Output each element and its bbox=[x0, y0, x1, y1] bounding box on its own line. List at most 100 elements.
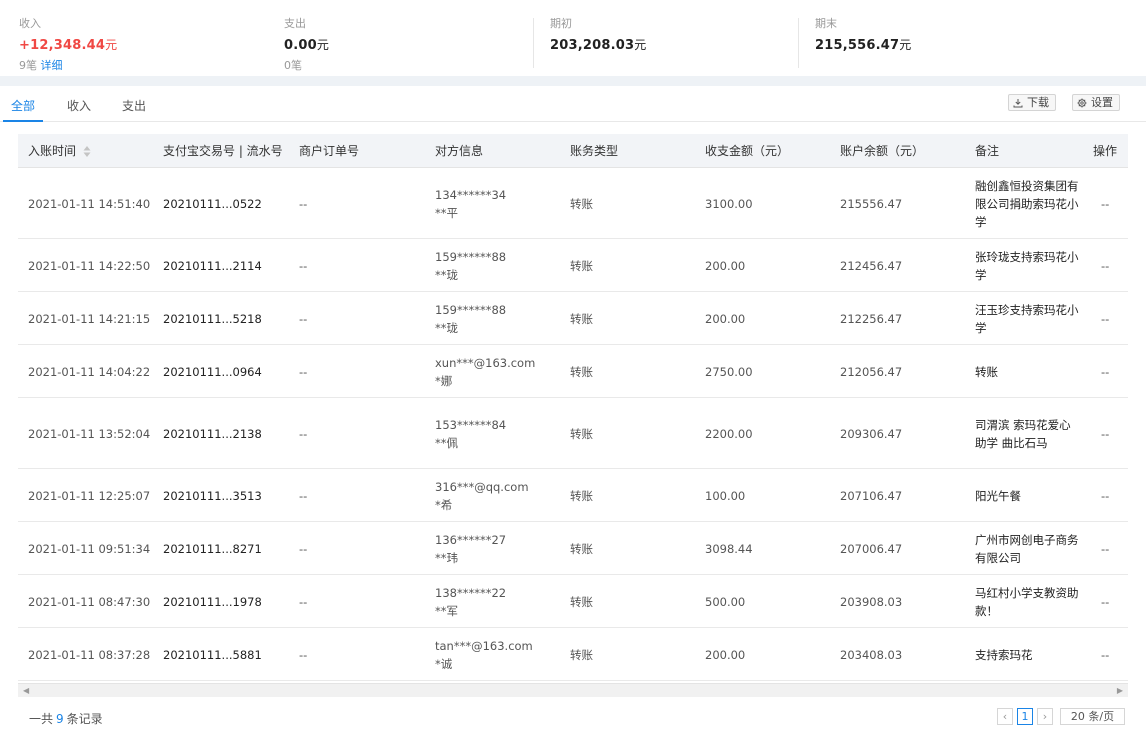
note-cell: 支持索玛花 bbox=[975, 647, 1033, 662]
action-cell[interactable]: -- bbox=[1101, 398, 1126, 469]
table-row: 2021-01-11 14:04:22 20210111...0964 -- xun*… bbox=[18, 345, 1128, 398]
counterparty-name: *诚 bbox=[435, 656, 453, 671]
tab-all[interactable]: 全部 bbox=[3, 97, 43, 122]
trade-no-cell: 20210111...5218 bbox=[163, 311, 262, 326]
next-page-button[interactable]: › bbox=[1037, 708, 1053, 725]
counterparty-name: **珑 bbox=[435, 267, 458, 282]
note-cell: 司渭滨 索玛花爱心助学 曲比石马 bbox=[975, 417, 1071, 450]
page-size-select[interactable]: 20 条/页 bbox=[1060, 708, 1125, 725]
table-row: 2021-01-11 13:52:04 20210111...2138 -- 153*… bbox=[18, 398, 1128, 469]
counterparty-cell: 138******22 **军 bbox=[435, 575, 565, 628]
note-cell: 广州市网创电子商务有限公司 bbox=[975, 532, 1079, 565]
note-cell: 马红村小学支教资助款！ bbox=[975, 585, 1079, 618]
counterparty-account: tan***@163.com bbox=[435, 638, 533, 653]
horizontal-scrollbar[interactable]: ◀ ▶ bbox=[18, 683, 1128, 697]
trade-no-cell: 20210111...1978 bbox=[163, 594, 262, 609]
balance-cell: 212456.47 bbox=[840, 258, 903, 273]
order-no-cell: -- bbox=[299, 196, 308, 211]
balance-cell: 212256.47 bbox=[840, 311, 903, 326]
type-cell: 转账 bbox=[570, 196, 593, 211]
amount-cell: 2750.00 bbox=[705, 364, 753, 379]
action-cell[interactable]: -- bbox=[1101, 575, 1126, 628]
sort-icon[interactable] bbox=[83, 145, 91, 158]
counterparty-account: 159******88 bbox=[435, 249, 507, 264]
closing-amount: 215,556.47 bbox=[815, 38, 900, 53]
header-note: 备注 bbox=[975, 144, 1000, 158]
header-amount: 收支金额（元） bbox=[705, 144, 790, 158]
prev-page-button[interactable]: ‹ bbox=[997, 708, 1013, 725]
action-cell[interactable]: -- bbox=[1101, 239, 1126, 292]
order-no-cell: -- bbox=[299, 541, 308, 556]
balance-cell: 207106.47 bbox=[840, 488, 903, 503]
type-cell: 转账 bbox=[570, 541, 593, 556]
header-trade-no: 支付宝交易号 | 流水号 bbox=[163, 144, 283, 158]
table-row: 2021-01-11 08:37:28 20210111...5881 -- tan*… bbox=[18, 628, 1128, 681]
counterparty-account: 153******84 bbox=[435, 417, 507, 432]
header-time[interactable]: 入账时间 bbox=[28, 134, 91, 168]
type-cell: 转账 bbox=[570, 488, 593, 503]
action-cell[interactable]: -- bbox=[1101, 345, 1126, 398]
trade-no-cell: 20210111...0964 bbox=[163, 364, 262, 379]
counterparty-name: **玮 bbox=[435, 550, 458, 565]
scroll-left-icon[interactable]: ◀ bbox=[23, 686, 29, 695]
trade-no-cell: 20210111...0522 bbox=[163, 196, 262, 211]
scroll-right-icon[interactable]: ▶ bbox=[1117, 686, 1123, 695]
amount-cell: 2200.00 bbox=[705, 426, 753, 441]
counterparty-account: xun***@163.com bbox=[435, 355, 536, 370]
record-count: 一共 9 条记录 bbox=[29, 710, 103, 727]
time-cell: 2021-01-11 13:52:04 bbox=[28, 426, 151, 441]
counterparty-cell: tan***@163.com *诚 bbox=[435, 628, 565, 681]
action-cell[interactable]: -- bbox=[1101, 469, 1126, 522]
order-no-cell: -- bbox=[299, 594, 308, 609]
table-row: 2021-01-11 14:22:50 20210111...2114 -- 159*… bbox=[18, 239, 1128, 292]
expense-label: 支出 bbox=[284, 17, 306, 30]
table-header: 入账时间 支付宝交易号 | 流水号 商户订单号 对方信息 账务类型 收支金额（元… bbox=[18, 134, 1128, 168]
counterparty-cell: 159******88 **珑 bbox=[435, 239, 565, 292]
chevron-right-icon: › bbox=[1042, 710, 1048, 723]
settings-button[interactable]: 设置 bbox=[1072, 94, 1120, 111]
trade-no-cell: 20210111...2114 bbox=[163, 258, 262, 273]
header-action: 操作 bbox=[1093, 144, 1118, 158]
table-row: 2021-01-11 14:21:15 20210111...5218 -- 159*… bbox=[18, 292, 1128, 345]
action-cell[interactable]: -- bbox=[1101, 628, 1126, 681]
counterparty-account: 138******22 bbox=[435, 585, 507, 600]
page-number-button[interactable]: 1 bbox=[1017, 708, 1033, 725]
amount-cell: 500.00 bbox=[705, 594, 746, 609]
time-cell: 2021-01-11 14:21:15 bbox=[28, 311, 151, 326]
table-row: 2021-01-11 12:25:07 20210111...3513 -- 316*… bbox=[18, 469, 1128, 522]
note-cell: 张玲珑支持索玛花小学 bbox=[975, 249, 1079, 282]
header-time-label: 入账时间 bbox=[28, 144, 77, 158]
amount-cell: 3100.00 bbox=[705, 196, 753, 211]
income-detail-link[interactable]: 详细 bbox=[41, 59, 63, 72]
counterparty-cell: 134******34 **平 bbox=[435, 168, 565, 239]
amount-cell: 200.00 bbox=[705, 258, 746, 273]
header-counterparty: 对方信息 bbox=[435, 144, 484, 158]
action-cell[interactable]: -- bbox=[1101, 292, 1126, 345]
counterparty-account: 134******34 bbox=[435, 187, 507, 202]
download-button[interactable]: 下载 bbox=[1008, 94, 1056, 111]
action-cell[interactable]: -- bbox=[1101, 168, 1126, 239]
counterparty-cell: 136******27 **玮 bbox=[435, 522, 565, 575]
records-panel: 全部 收入 支出 下载 设置 入账时间 支付宝交易号 | 流水号 商户订单号 对… bbox=[0, 86, 1146, 730]
summary-bar: 收入 +12,348.44元 9笔 详细 支出 0.00元 0笔 期初 203,… bbox=[0, 0, 1146, 76]
time-cell: 2021-01-11 08:37:28 bbox=[28, 647, 151, 662]
table-row: 2021-01-11 09:51:34 20210111...8271 -- 136*… bbox=[18, 522, 1128, 575]
time-cell: 2021-01-11 12:25:07 bbox=[28, 488, 151, 503]
opening-label: 期初 bbox=[550, 17, 572, 30]
opening-amount: 203,208.03 bbox=[550, 38, 635, 53]
order-no-cell: -- bbox=[299, 311, 308, 326]
note-cell: 融创鑫恒投资集团有限公司捐助索玛花小学 bbox=[975, 178, 1079, 229]
tab-expense[interactable]: 支出 bbox=[114, 97, 154, 122]
download-icon bbox=[1013, 98, 1023, 107]
income-value: +12,348.44元 bbox=[19, 36, 265, 53]
tab-income[interactable]: 收入 bbox=[59, 97, 99, 122]
time-cell: 2021-01-11 14:22:50 bbox=[28, 258, 151, 273]
balance-cell: 203908.03 bbox=[840, 594, 903, 609]
counterparty-account: 159******88 bbox=[435, 302, 507, 317]
balance-cell: 207006.47 bbox=[840, 541, 903, 556]
table-row: 2021-01-11 14:51:40 20210111...0522 -- 134*… bbox=[18, 168, 1128, 239]
balance-cell: 203408.03 bbox=[840, 647, 903, 662]
balance-cell: 212056.47 bbox=[840, 364, 903, 379]
trade-no-cell: 20210111...3513 bbox=[163, 488, 262, 503]
action-cell[interactable]: -- bbox=[1101, 522, 1126, 575]
